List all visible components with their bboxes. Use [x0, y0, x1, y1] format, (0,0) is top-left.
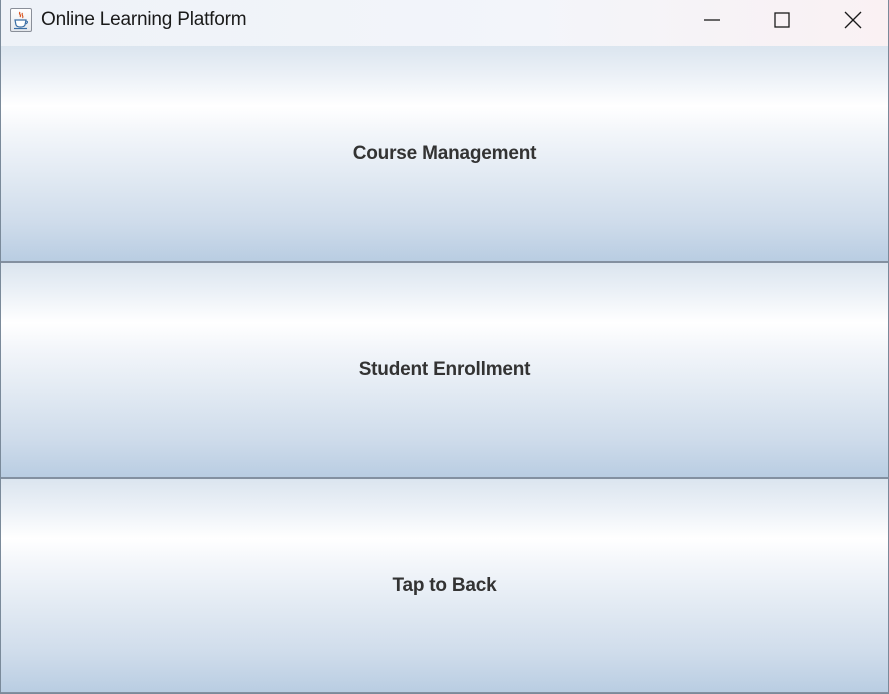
maximize-icon: [773, 11, 791, 29]
student-enrollment-label: Student Enrollment: [358, 359, 531, 380]
java-coffee-cup-icon[interactable]: [10, 8, 32, 32]
minimize-icon: [703, 11, 721, 29]
course-management-label: Course Management: [352, 142, 537, 164]
close-icon: [844, 11, 862, 29]
title-bar[interactable]: Online Learning Platform: [1, 0, 888, 46]
minimize-button[interactable]: [677, 0, 747, 40]
back-label: Tap to Back: [392, 574, 497, 596]
maximize-button[interactable]: [747, 0, 817, 40]
course-management-button[interactable]: Course Management: [1, 46, 888, 263]
student-enrollment-button[interactable]: Student Enrollment: [1, 263, 888, 479]
back-button[interactable]: Tap to Back: [1, 479, 888, 693]
window-title: Online Learning Platform: [41, 9, 247, 30]
main-menu-panel: Course Management Student Enrollment Tap…: [1, 46, 888, 693]
close-button[interactable]: [818, 0, 888, 40]
app-window: Online Learning Platform Course Manageme…: [0, 0, 889, 694]
